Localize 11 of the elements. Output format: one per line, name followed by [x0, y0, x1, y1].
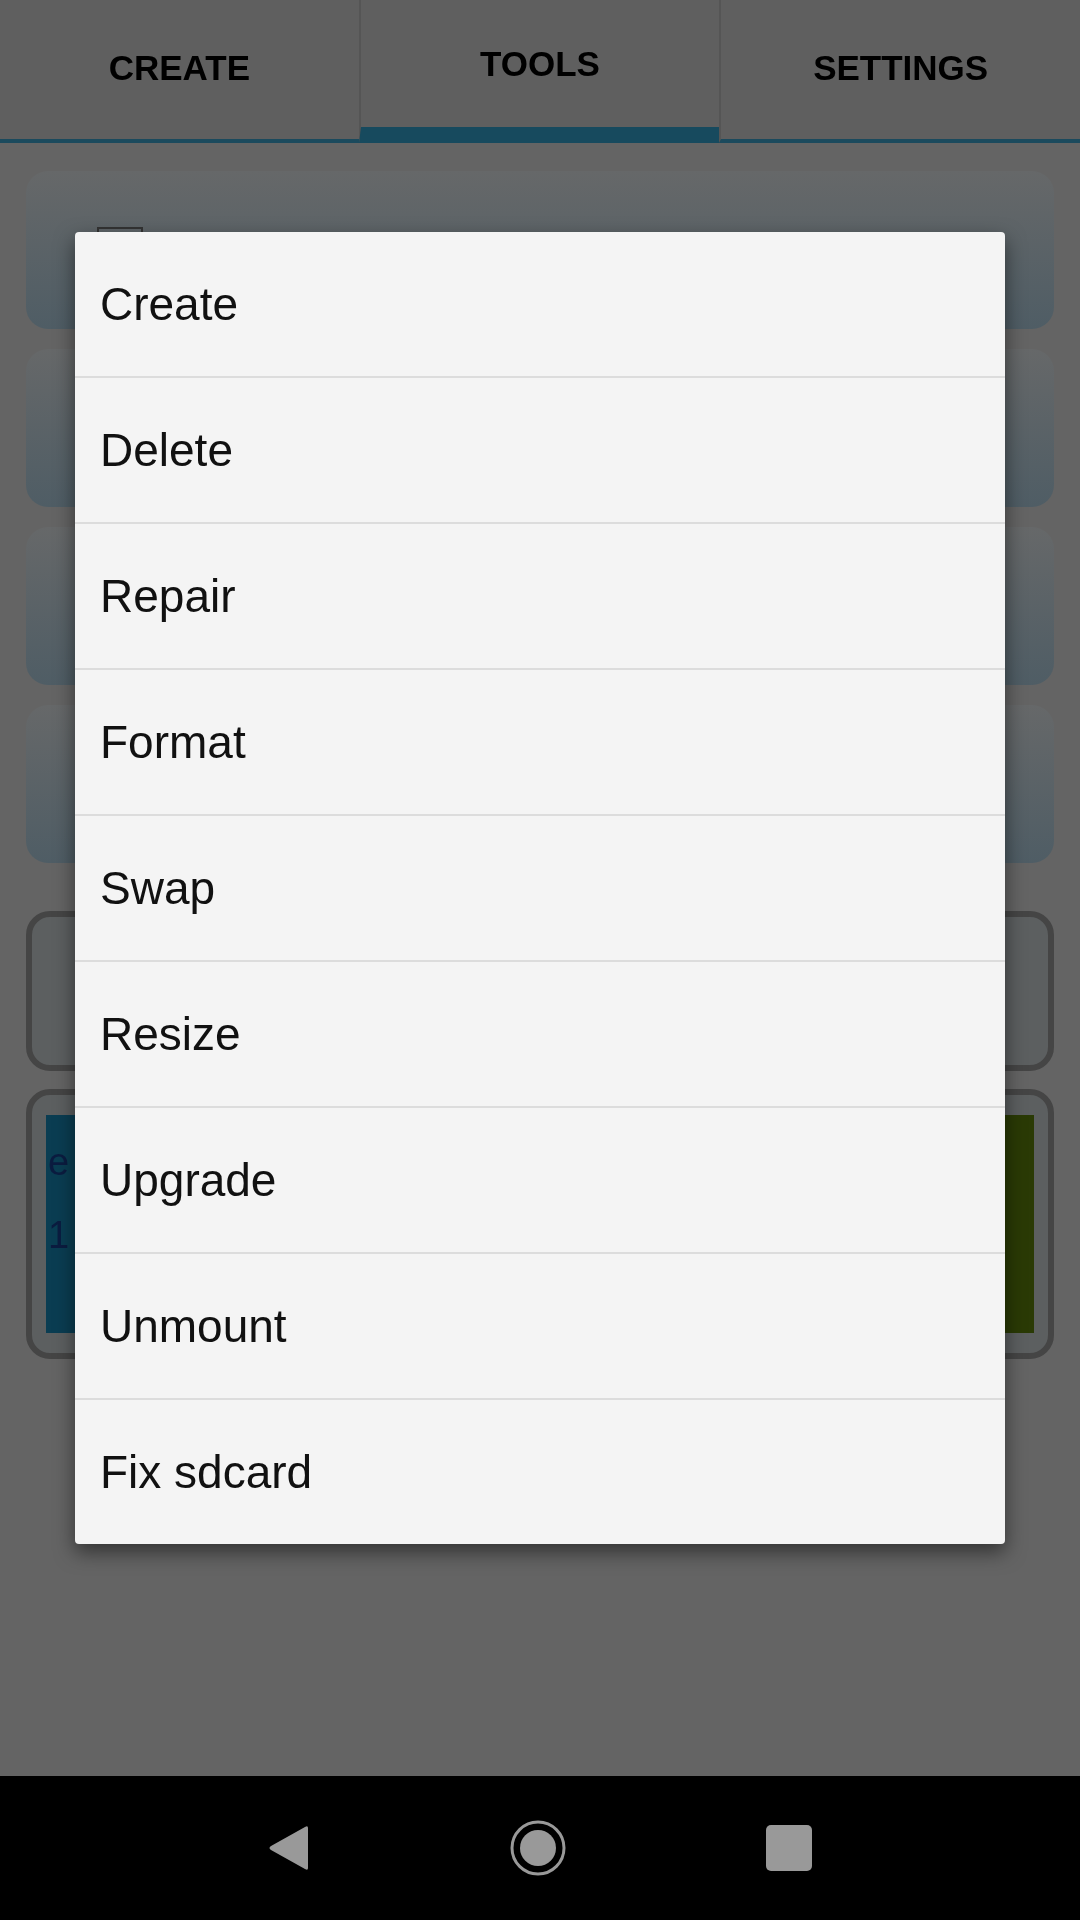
menu-item[interactable]: Create — [75, 232, 1005, 376]
menu-item[interactable]: Unmount — [75, 1254, 1005, 1398]
menu-item[interactable]: Repair — [75, 524, 1005, 668]
home-icon[interactable] — [510, 1820, 566, 1876]
menu-item[interactable]: Fix sdcard — [75, 1400, 1005, 1544]
menu-item[interactable]: Upgrade — [75, 1108, 1005, 1252]
menu-item[interactable]: Format — [75, 670, 1005, 814]
back-icon[interactable] — [268, 1825, 310, 1871]
menu-item[interactable]: Resize — [75, 962, 1005, 1106]
menu-item[interactable]: Swap — [75, 816, 1005, 960]
menu-item[interactable]: Delete — [75, 378, 1005, 522]
